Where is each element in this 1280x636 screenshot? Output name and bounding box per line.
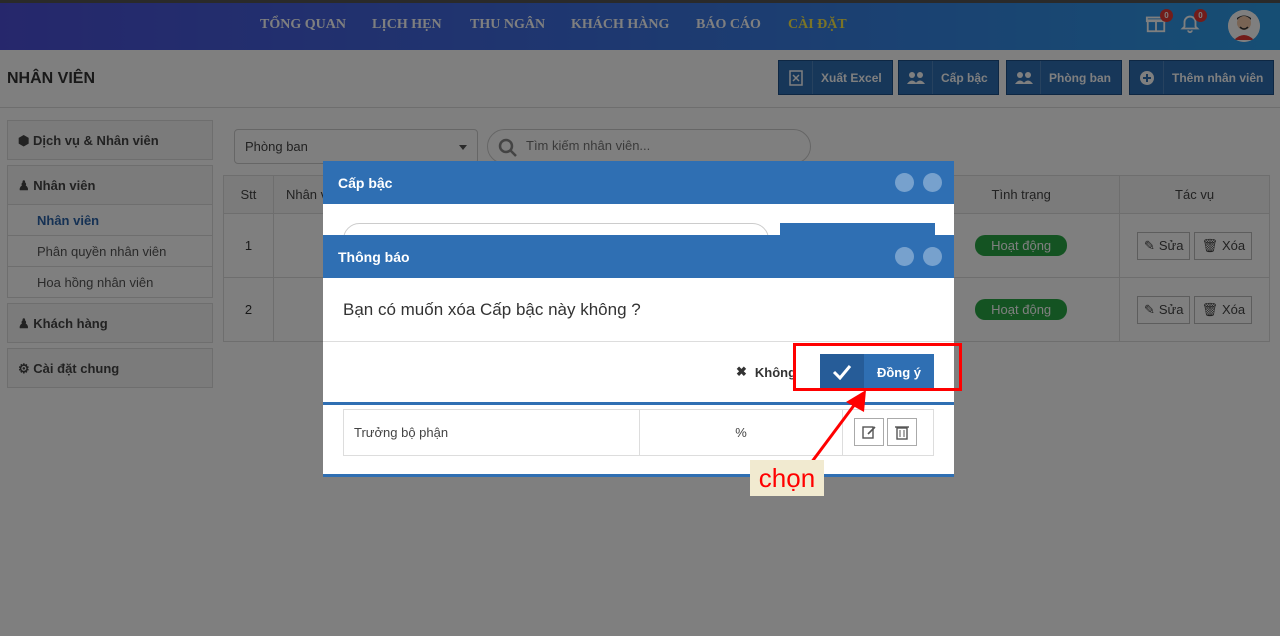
confirm-modal-header: Thông báo [323, 235, 954, 278]
highlight-box [793, 343, 962, 391]
x-icon: ✖ [736, 364, 747, 379]
confirm-modal-title: Thông báo [338, 249, 410, 265]
annotation-label: chọn [750, 460, 824, 496]
close-icon[interactable] [923, 247, 942, 266]
globe-icon[interactable] [895, 247, 914, 266]
cancel-button[interactable]: ✖ Không [736, 364, 796, 380]
confirm-message: Bạn có muốn xóa Cấp bậc này không ? [323, 278, 954, 342]
